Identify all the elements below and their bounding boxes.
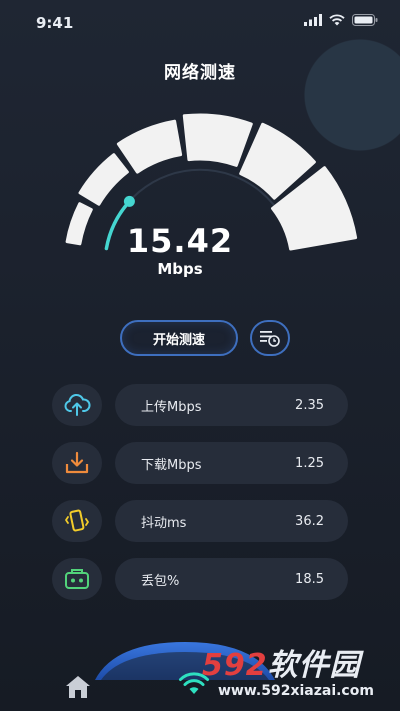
history-list-icon [260, 331, 280, 347]
page-title: 网络测速 [164, 63, 236, 83]
speed-unit: Mbps [157, 260, 203, 278]
battery-icon [352, 14, 378, 26]
wifi-icon [329, 14, 345, 26]
speed-value: 15.42 [126, 222, 234, 260]
gauge-segment-3 [116, 119, 183, 174]
packet-loss-icon-box [52, 558, 102, 600]
gauge-segment-2 [78, 153, 129, 206]
signal-icon [304, 14, 322, 26]
metric-label: 抖动ms [141, 515, 187, 531]
phone-vibrate-icon [65, 509, 89, 532]
download-icon-box [52, 442, 102, 484]
gauge-segment-4 [182, 113, 253, 167]
download-icon [65, 451, 89, 474]
metric-upload: 上传Mbps 2.35 [115, 384, 348, 426]
jitter-icon-box [52, 500, 102, 542]
upload-icon-box [52, 384, 102, 426]
speed-gauge [65, 113, 358, 251]
cloud-upload-icon [64, 393, 91, 416]
metric-download: 下载Mbps 1.25 [115, 442, 348, 484]
metric-label: 上传Mbps [141, 399, 202, 415]
metric-value: 18.5 [295, 571, 324, 587]
watermark-url: www.592xiazai.com [218, 683, 374, 699]
watermark-brand: 软件园 [267, 648, 361, 683]
metric-label: 下载Mbps [141, 457, 202, 473]
status-time: 9:41 [36, 14, 74, 32]
gauge-knob [123, 195, 135, 207]
status-bar: 9:41 [0, 0, 400, 44]
watermark-logo: 592软件园 [202, 640, 361, 684]
metric-value: 2.35 [295, 397, 324, 413]
packet-icon [65, 569, 89, 589]
status-icons [304, 14, 378, 26]
start-test-button[interactable]: 开始测速 [120, 320, 238, 356]
history-button[interactable] [250, 320, 290, 356]
metric-packet-loss: 丢包% 18.5 [115, 558, 348, 600]
metric-value: 36.2 [295, 513, 324, 529]
metric-label: 丢包% [141, 573, 180, 589]
metric-jitter: 抖动ms 36.2 [115, 500, 348, 542]
nav-home-icon[interactable] [64, 674, 92, 700]
watermark-number: 592 [202, 648, 268, 683]
metric-value: 1.25 [295, 455, 324, 471]
start-test-label: 开始测速 [152, 332, 205, 348]
